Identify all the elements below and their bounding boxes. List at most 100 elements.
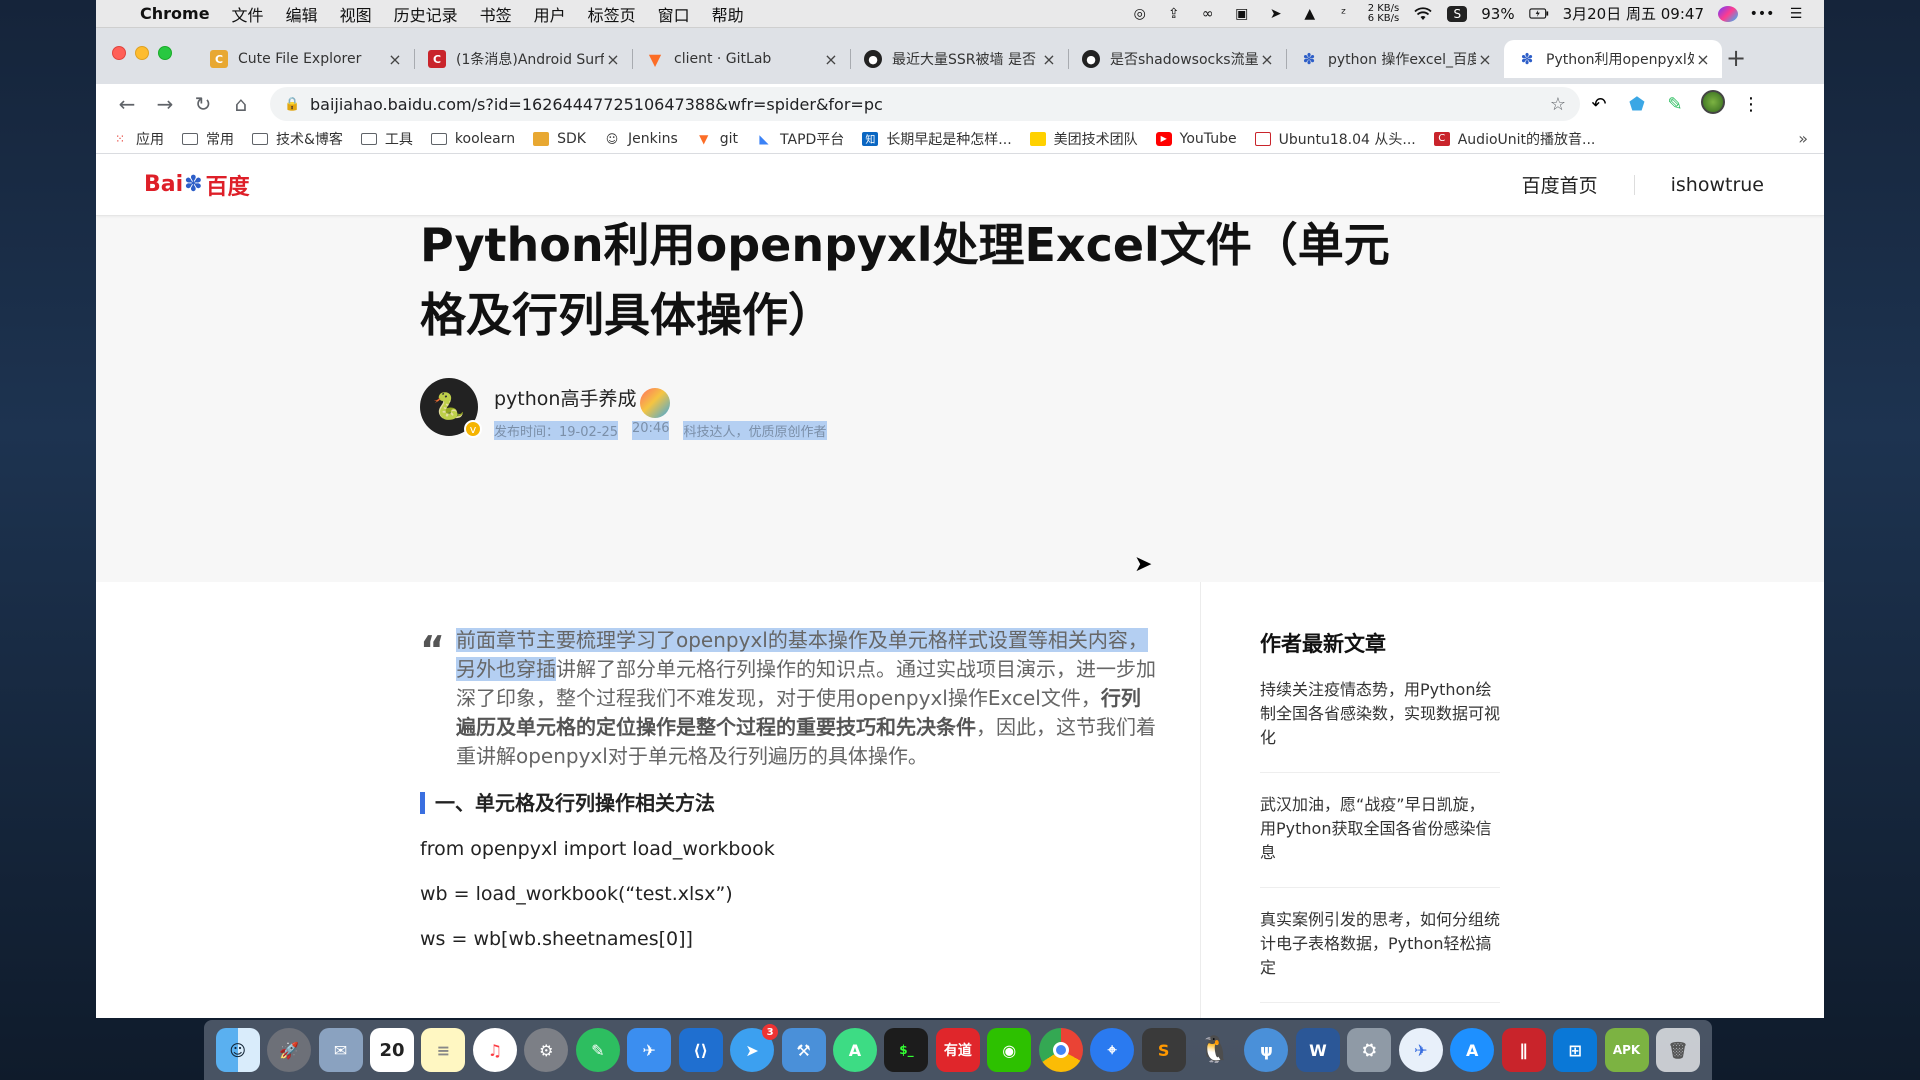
sleep-status-icon[interactable]: ᶻ bbox=[1334, 6, 1354, 22]
windows-icon[interactable]: ⊞ bbox=[1553, 1028, 1598, 1072]
new-tab-button[interactable]: + bbox=[1726, 44, 1746, 72]
menu-help[interactable]: 帮助 bbox=[712, 2, 744, 26]
bookmark-jenkins[interactable]: ☺ Jenkins bbox=[604, 131, 678, 147]
bookmark-meituan[interactable]: 美团技术团队 bbox=[1029, 129, 1138, 149]
home-icon[interactable]: ⌂ bbox=[222, 92, 260, 116]
tab-github-shadowsocks[interactable]: ● 是否shadowsocks流量 × bbox=[1068, 40, 1286, 78]
username-link[interactable]: ishowtrue bbox=[1671, 174, 1764, 196]
chrome-menu-icon[interactable]: ⋮ bbox=[1732, 94, 1770, 115]
bookmarks-overflow-icon[interactable]: » bbox=[1798, 129, 1808, 148]
bookmark-sdk[interactable]: SDK bbox=[533, 131, 586, 147]
bookmark-folder-tools[interactable]: 工具 bbox=[360, 129, 413, 149]
bookmark-folder-tech[interactable]: 技术&博客 bbox=[252, 129, 343, 149]
tab-gitlab-client[interactable]: ▼ client · GitLab × bbox=[632, 40, 850, 78]
wifi-icon[interactable] bbox=[1413, 6, 1433, 22]
chrome-icon[interactable] bbox=[1038, 1028, 1083, 1072]
profile-avatar[interactable] bbox=[1694, 89, 1732, 119]
extension-arrow-icon[interactable]: ↶ bbox=[1580, 94, 1618, 115]
close-tab-icon[interactable]: × bbox=[604, 50, 622, 69]
tab-github-ssr[interactable]: ● 最近大量SSR被墙 是否 × bbox=[850, 40, 1068, 78]
app-menu[interactable]: Chrome bbox=[140, 4, 210, 23]
sidebar-article-link[interactable]: 真实案例引发的思考，如何分组统计电子表格数据，Python轻松搞定 bbox=[1260, 908, 1500, 1003]
maps-icon[interactable]: ⌖ bbox=[1090, 1028, 1135, 1072]
upload-status-icon[interactable]: ⇪ bbox=[1164, 6, 1184, 22]
screen-record-icon[interactable]: ▣ bbox=[1232, 6, 1252, 22]
floating-ball-icon[interactable] bbox=[640, 388, 670, 418]
notification-center-icon[interactable]: ☰ bbox=[1786, 6, 1806, 22]
launchpad-icon[interactable]: 🚀 bbox=[267, 1028, 312, 1072]
battery-icon[interactable] bbox=[1528, 6, 1549, 22]
reload-icon[interactable]: ↻ bbox=[184, 92, 222, 116]
finder-icon[interactable]: ☺ bbox=[215, 1028, 260, 1072]
sidebar-article-link[interactable]: 武汉加油，愿“战疫”早日凯旋，用Python获取全国各省份感染信息 bbox=[1260, 793, 1500, 888]
menu-edit[interactable]: 编辑 bbox=[286, 2, 318, 26]
menu-tab[interactable]: 标签页 bbox=[588, 2, 636, 26]
glasses-status-icon[interactable]: ∞ bbox=[1198, 6, 1218, 22]
close-window-button[interactable] bbox=[112, 46, 126, 60]
tab-baidu-search[interactable]: ✽ python 操作excel_百度 × bbox=[1286, 40, 1504, 78]
apk-icon[interactable]: APK bbox=[1604, 1028, 1649, 1072]
baidu-logo[interactable]: Bai ✽ 百度 bbox=[144, 169, 250, 201]
notes-icon[interactable]: ≡ bbox=[421, 1028, 466, 1072]
bookmark-audiounit[interactable]: C AudioUnit的播放音... bbox=[1433, 129, 1595, 149]
close-tab-icon[interactable]: × bbox=[1040, 50, 1058, 69]
bookmark-folder-common[interactable]: 常用 bbox=[182, 129, 234, 149]
trash-icon[interactable]: 🗑 bbox=[1655, 1028, 1700, 1072]
author-avatar[interactable]: 🐍 v bbox=[420, 378, 482, 438]
youdao-icon[interactable]: 有道 bbox=[935, 1028, 980, 1072]
bookmark-tapd[interactable]: ◣ TAPD平台 bbox=[756, 129, 844, 149]
menu-file[interactable]: 文件 bbox=[232, 2, 264, 26]
feishu-icon[interactable]: ➤ 3 bbox=[730, 1024, 779, 1072]
preview-icon[interactable]: ✉ bbox=[318, 1028, 363, 1072]
close-tab-icon[interactable]: × bbox=[1694, 50, 1712, 69]
fullscreen-window-button[interactable] bbox=[158, 46, 172, 60]
qq-icon[interactable]: 🐧 bbox=[1193, 1028, 1237, 1072]
menu-bookmarks[interactable]: 书签 bbox=[480, 2, 512, 26]
sublime-icon[interactable]: S bbox=[1141, 1028, 1186, 1072]
minimize-window-button[interactable] bbox=[135, 46, 149, 60]
android-studio-icon[interactable]: A bbox=[832, 1028, 877, 1072]
wechat-icon[interactable]: ◉ bbox=[987, 1028, 1032, 1072]
close-tab-icon[interactable]: × bbox=[1258, 50, 1276, 69]
word-icon[interactable]: W bbox=[1295, 1028, 1340, 1072]
close-tab-icon[interactable]: × bbox=[822, 50, 840, 69]
tab-active-article[interactable]: ✽ Python利用openpyxl处 × bbox=[1504, 40, 1722, 78]
send-status-icon[interactable]: ➤ bbox=[1266, 6, 1286, 22]
bookmark-ubuntu[interactable]: Ubuntu18.04 从头... bbox=[1254, 129, 1416, 149]
forward-icon[interactable]: → bbox=[146, 92, 184, 116]
xcode-icon[interactable]: ✈ bbox=[627, 1028, 672, 1072]
tab-csdn-android[interactable]: C (1条消息)Android Surf × bbox=[414, 40, 632, 78]
lock-icon[interactable]: 🔒 bbox=[284, 97, 304, 112]
url-text[interactable]: baijiahao.baidu.com/s?id=162644477251064… bbox=[310, 95, 1550, 114]
menu-history[interactable]: 历史记录 bbox=[394, 2, 458, 26]
sogou-input-icon[interactable]: S bbox=[1447, 5, 1468, 22]
mail-icon[interactable]: ✈ bbox=[1398, 1028, 1443, 1072]
menu-window[interactable]: 窗口 bbox=[658, 2, 690, 26]
bookmark-git[interactable]: ▼ git bbox=[696, 131, 738, 147]
evernote-icon[interactable]: ✎ bbox=[575, 1028, 620, 1072]
qq-status-icon[interactable]: ◎ bbox=[1130, 6, 1150, 22]
clock[interactable]: 3月20日 周五 09:47 bbox=[1563, 3, 1704, 24]
sidebar-article-link[interactable]: 持续关注疫情态势，用Python绘制全国各省感染数，实现数据可视化 bbox=[1260, 678, 1500, 773]
back-icon[interactable]: ← bbox=[108, 92, 146, 116]
siri-icon[interactable] bbox=[1718, 5, 1738, 22]
bookmark-folder-koolearn[interactable]: koolearn bbox=[430, 131, 515, 147]
app-store-icon[interactable]: A bbox=[1450, 1028, 1495, 1072]
terminal-icon[interactable]: $_ bbox=[884, 1028, 929, 1072]
instruments-icon[interactable]: ⚒ bbox=[781, 1028, 826, 1072]
notification-status-icon[interactable]: ▲ bbox=[1300, 6, 1320, 22]
bookmark-star-icon[interactable]: ☆ bbox=[1550, 94, 1566, 115]
more-status-icon[interactable]: ••• bbox=[1750, 6, 1775, 22]
extension-shield-icon[interactable]: ⬟ bbox=[1618, 94, 1656, 115]
address-bar[interactable]: 🔒 baijiahao.baidu.com/s?id=1626444772510… bbox=[270, 87, 1580, 121]
close-tab-icon[interactable]: × bbox=[386, 50, 404, 69]
baidu-home-link[interactable]: 百度首页 bbox=[1522, 171, 1598, 198]
tab-cute-file-explorer[interactable]: C Cute File Explorer × bbox=[196, 40, 414, 78]
parallels-icon[interactable]: ∥ bbox=[1501, 1028, 1546, 1072]
vscode-icon[interactable]: ⟨⟩ bbox=[678, 1028, 723, 1072]
evernote-extension-icon[interactable]: ✎ bbox=[1656, 94, 1694, 115]
music-icon[interactable]: ♫ bbox=[472, 1028, 517, 1072]
menu-view[interactable]: 视图 bbox=[340, 2, 372, 26]
menu-people[interactable]: 用户 bbox=[534, 2, 566, 26]
bookmark-zhihu[interactable]: 知 长期早起是种怎样... bbox=[862, 129, 1012, 149]
